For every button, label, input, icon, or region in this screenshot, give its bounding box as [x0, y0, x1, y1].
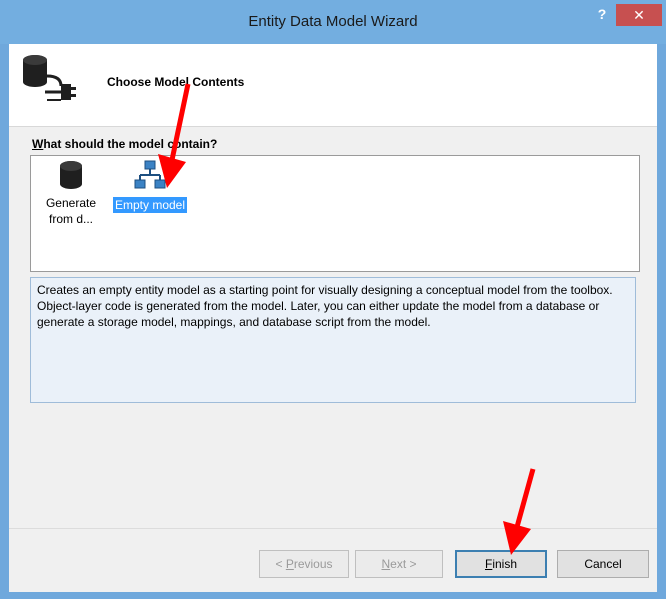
generate-from-database-option[interactable]: Generate from d...: [41, 160, 101, 227]
empty-model-option[interactable]: Empty model: [109, 160, 191, 213]
question-text: hat should the model contain?: [43, 137, 218, 151]
wizard-body: Choose Model Contents What should the mo…: [9, 44, 657, 592]
next-label-rest: ext >: [390, 557, 417, 571]
next-button[interactable]: Next >: [355, 550, 443, 578]
entity-model-icon: [134, 160, 166, 189]
title-bar[interactable]: Entity Data Model Wizard ? ✕: [0, 0, 666, 44]
previous-label-rest: revious: [293, 557, 333, 571]
previous-prefix: <: [275, 557, 286, 571]
generate-option-label-line1: Generate: [45, 196, 97, 210]
database-icon: [60, 161, 82, 189]
help-button[interactable]: ?: [588, 4, 616, 26]
wizard-header: Choose Model Contents: [9, 44, 657, 127]
database-connection-icon: [23, 55, 76, 101]
option-description: Creates an empty entity model as a start…: [30, 277, 636, 403]
window-title: Entity Data Model Wizard: [248, 13, 418, 30]
model-contents-question: What should the model contain?: [32, 137, 217, 151]
finish-label-rest: inish: [492, 557, 518, 571]
wizard-window: Entity Data Model Wizard ? ✕ Choose Mode…: [0, 0, 666, 599]
generate-option-label-line2: from d...: [48, 212, 93, 226]
previous-access-key: P: [285, 557, 294, 571]
empty-model-label: Empty model: [112, 197, 188, 213]
page-title: Choose Model Contents: [107, 75, 245, 89]
cancel-button[interactable]: Cancel: [557, 550, 649, 578]
next-access-key: N: [381, 557, 391, 571]
close-button[interactable]: ✕: [616, 4, 662, 26]
footer-divider: [9, 528, 657, 529]
model-contents-list[interactable]: Generate from d... Empty model: [30, 155, 640, 272]
previous-button[interactable]: < Previous: [259, 550, 349, 578]
finish-button[interactable]: Finish: [455, 550, 547, 578]
question-access-key: W: [32, 137, 44, 151]
